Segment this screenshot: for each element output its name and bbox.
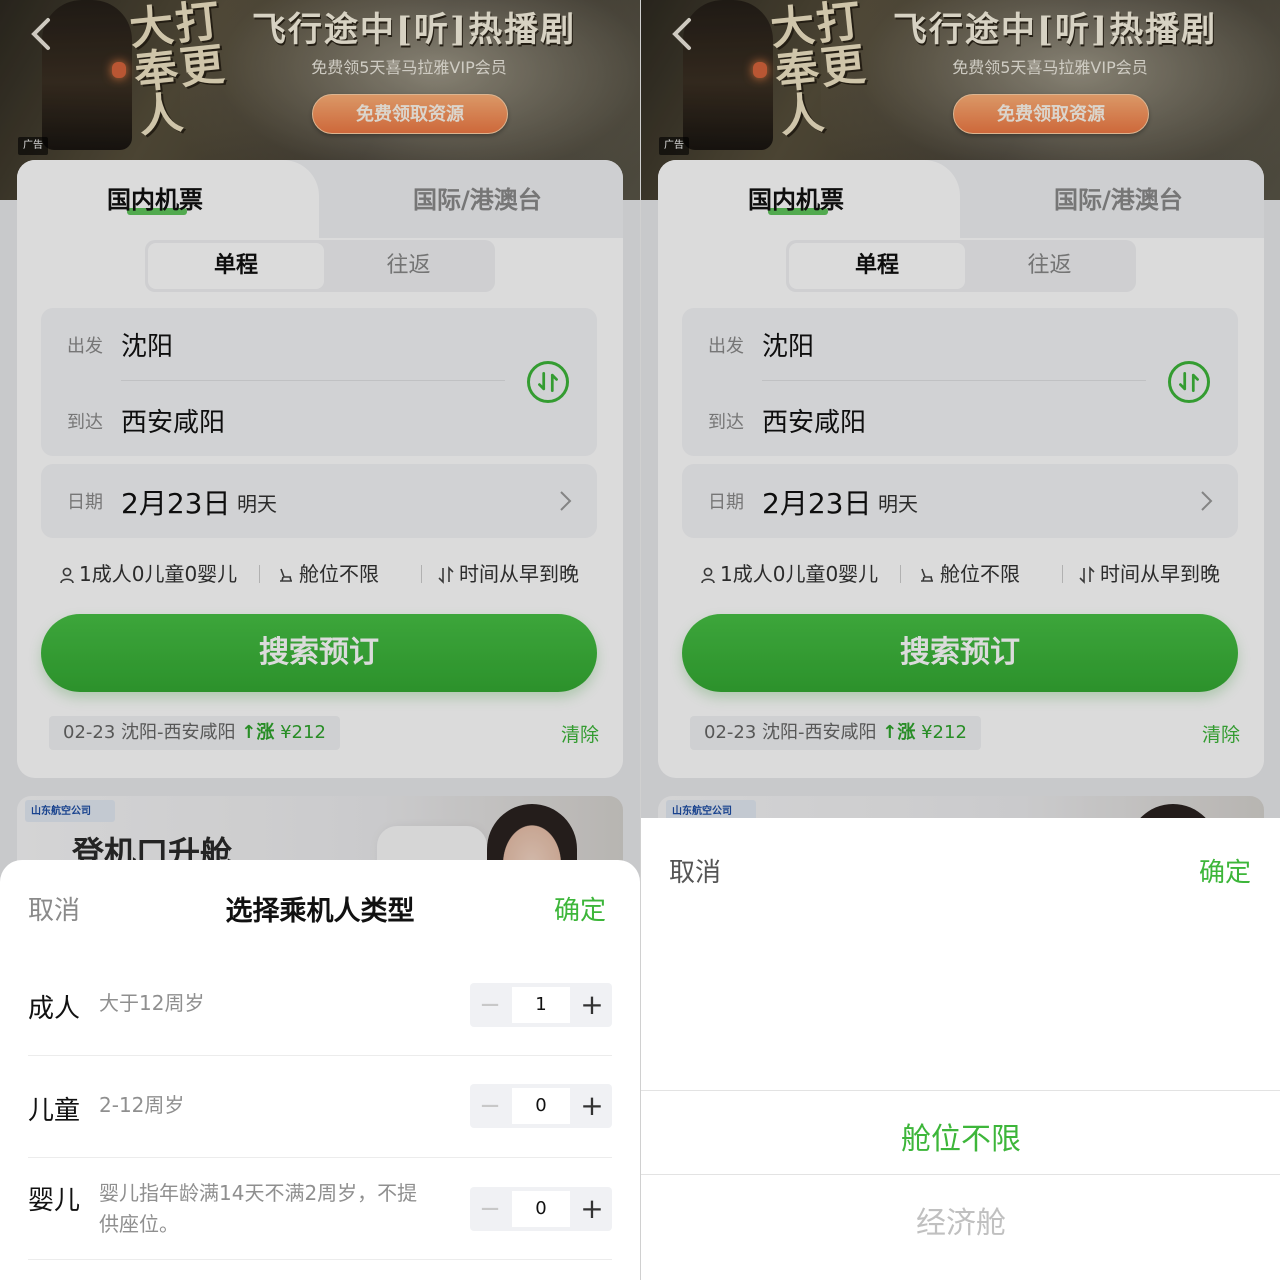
left-screen: 大打奉更人 飞行途中[听]热播剧 免费领5天喜马拉雅VIP会员 免费领取资源 广… (0, 0, 640, 1280)
child-count: 0 (512, 1088, 570, 1124)
screenshot-composite: 大打奉更人 飞行途中[听]热播剧 免费领5天喜马拉雅VIP会员 免费领取资源 广… (0, 0, 1280, 1280)
decrement-button[interactable]: − (470, 983, 510, 1027)
cabin-option-economy[interactable]: 经济舱 (641, 1198, 1280, 1242)
passenger-row-infant: 婴儿 婴儿指年龄满14天不满2周岁，不提供座位。 − 0 + (28, 1158, 612, 1260)
passenger-type-desc: 2-12周岁 (99, 1093, 185, 1117)
cabin-class-sheet: 取消 确定 舱位不限 经济舱 (641, 818, 1280, 1280)
passenger-row-child: 儿童 2-12周岁 − 0 + (28, 1056, 612, 1158)
passenger-type-desc: 婴儿指年龄满14天不满2周岁，不提供座位。 (99, 1181, 418, 1236)
passenger-type-name: 婴儿 (28, 1186, 81, 1216)
picker-highlight-bottom (641, 1174, 1280, 1175)
infant-stepper: − 0 + (470, 1187, 612, 1231)
passenger-type-sheet: 取消 选择乘机人类型 确定 成人 大于12周岁 − 1 + 儿童 2-12周岁 … (0, 860, 640, 1280)
cabin-option-selected[interactable]: 舱位不限 (641, 1114, 1280, 1158)
increment-button[interactable]: + (572, 1187, 612, 1231)
sheet-title: 选择乘机人类型 (225, 896, 415, 927)
increment-button[interactable]: + (572, 983, 612, 1027)
adult-stepper: − 1 + (470, 983, 612, 1027)
passenger-type-name: 成人 (28, 994, 81, 1024)
passenger-type-desc: 大于12周岁 (99, 991, 205, 1015)
infant-count: 0 (512, 1191, 570, 1227)
cancel-button[interactable]: 取消 (669, 852, 721, 889)
right-screen: 大打奉更人 飞行途中[听]热播剧 免费领5天喜马拉雅VIP会员 免费领取资源 广… (640, 0, 1280, 1280)
child-stepper: − 0 + (470, 1084, 612, 1128)
decrement-button[interactable]: − (470, 1187, 510, 1231)
picker-highlight-top (641, 1090, 1280, 1091)
decrement-button[interactable]: − (470, 1084, 510, 1128)
increment-button[interactable]: + (572, 1084, 612, 1128)
passenger-type-name: 儿童 (28, 1096, 81, 1126)
confirm-button[interactable]: 确定 (554, 890, 606, 927)
passenger-row-adult: 成人 大于12周岁 − 1 + (28, 954, 612, 1056)
confirm-button[interactable]: 确定 (1199, 852, 1251, 889)
adult-count: 1 (512, 987, 570, 1023)
